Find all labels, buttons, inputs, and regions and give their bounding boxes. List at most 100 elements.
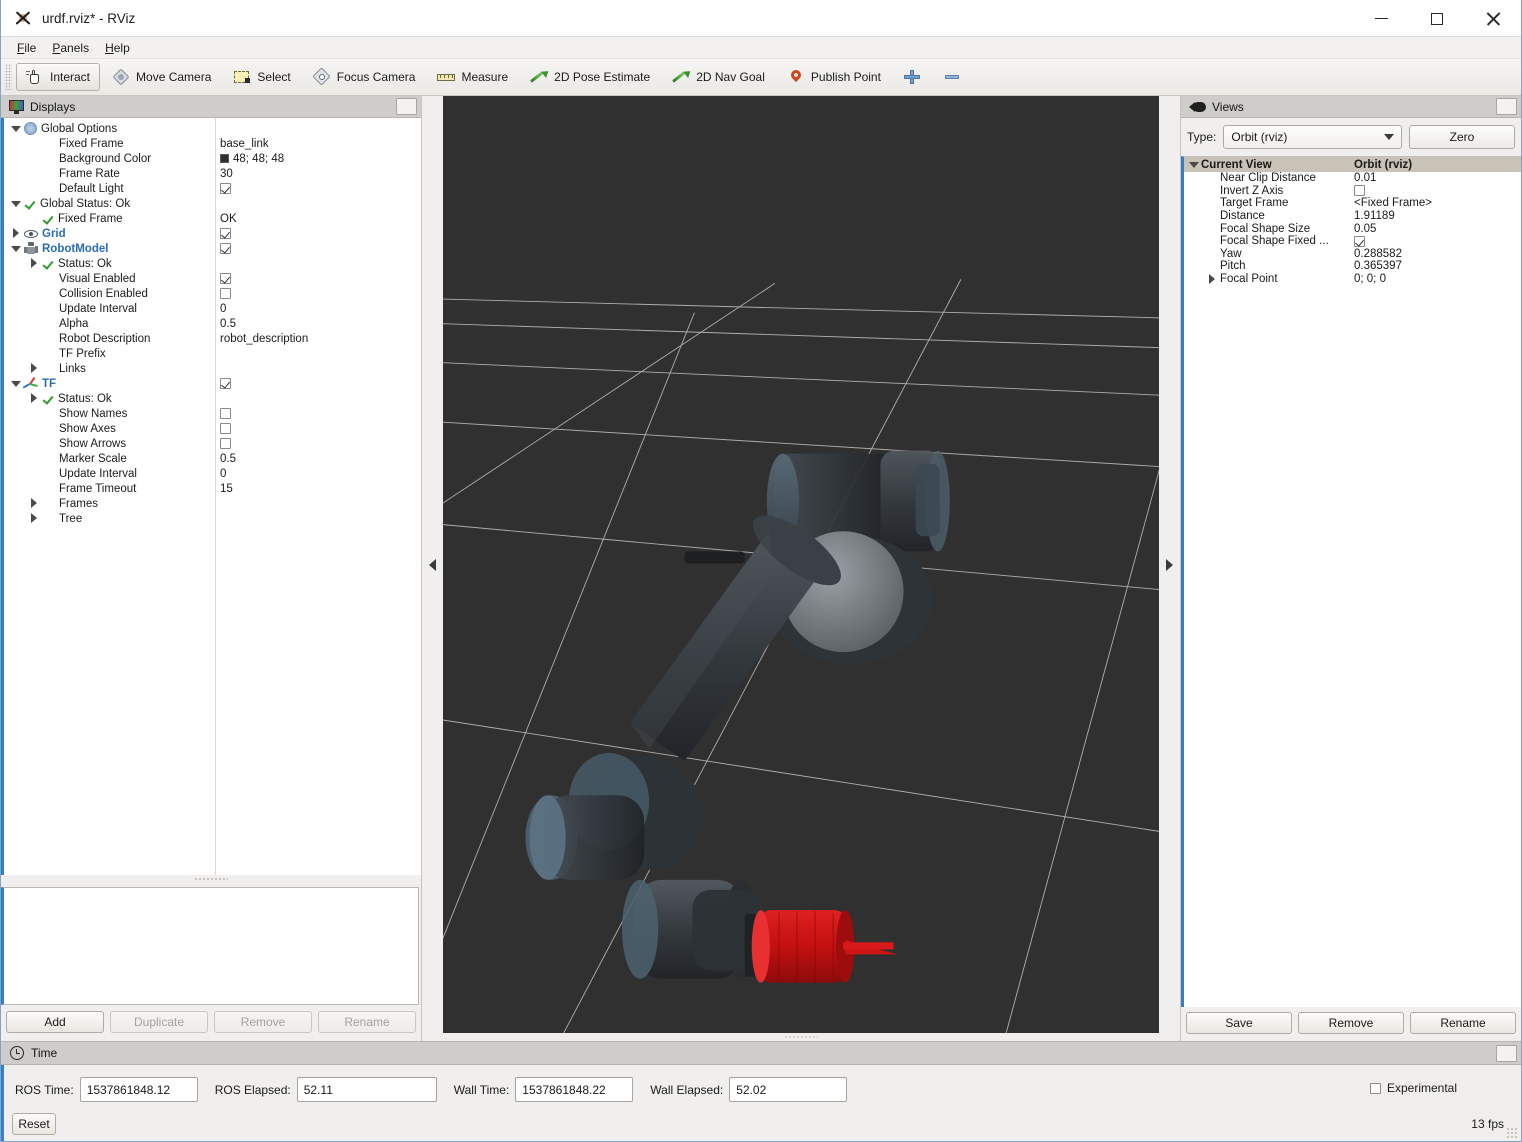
checkbox-checked[interactable] [220, 273, 231, 284]
display-row[interactable]: Status: Ok [4, 391, 421, 406]
zero-button[interactable]: Zero [1409, 125, 1515, 149]
twisty-closed[interactable] [28, 393, 39, 404]
view-row[interactable]: Near Clip Distance0.01 [1184, 172, 1521, 185]
twisty-open[interactable] [10, 198, 21, 209]
time-field-input[interactable]: 52.02 [729, 1077, 847, 1102]
twisty-closed[interactable] [10, 228, 21, 239]
view-row[interactable]: Yaw0.288582 [1184, 248, 1521, 261]
display-row[interactable]: Background Color48; 48; 48 [4, 151, 421, 166]
views-header-twisty[interactable] [1188, 159, 1199, 170]
checkbox-checked[interactable] [220, 228, 231, 239]
toolbar-grip[interactable] [5, 64, 12, 90]
time-field-input[interactable]: 1537861848.22 [515, 1077, 633, 1102]
toolbar-focus-camera[interactable]: Focus Camera [303, 63, 426, 91]
display-row[interactable]: Marker Scale0.5 [4, 451, 421, 466]
display-row-value[interactable]: 0.5 [220, 318, 236, 330]
menu-item-help[interactable]: Help [97, 39, 138, 57]
display-row-value[interactable]: 0 [220, 303, 226, 315]
display-row-value[interactable]: 0.5 [220, 453, 236, 465]
twisty-closed[interactable] [28, 363, 39, 374]
displays-tree[interactable]: Global OptionsFixed Framebase_linkBackgr… [1, 118, 421, 875]
display-row[interactable]: Global Options [4, 121, 421, 136]
display-row[interactable]: Collision Enabled [4, 286, 421, 301]
display-row[interactable]: Robot Descriptionrobot_description [4, 331, 421, 346]
menu-item-panels[interactable]: Panels [44, 39, 97, 57]
view-row[interactable]: Distance1.91189 [1184, 210, 1521, 223]
toolbar-plus-button[interactable] [893, 63, 931, 91]
display-row[interactable]: Update Interval0 [4, 466, 421, 481]
checkbox-unchecked[interactable] [220, 408, 231, 419]
view-row[interactable]: Target Frame<Fixed Frame> [1184, 197, 1521, 210]
display-row-value[interactable]: 15 [220, 483, 233, 495]
display-row-value[interactable]: 0 [220, 468, 226, 480]
checkbox-checked[interactable] [220, 183, 231, 194]
reset-button[interactable]: Reset [12, 1113, 56, 1135]
views-tree[interactable]: Current View Orbit (rviz) Near Clip Dist… [1181, 156, 1521, 1007]
collapse-left-handle[interactable] [422, 96, 443, 1033]
toolbar-select[interactable]: Select [223, 63, 300, 91]
viewport-splitter[interactable] [422, 1033, 1180, 1041]
display-row[interactable]: Frame Timeout15 [4, 481, 421, 496]
display-row[interactable]: Tree [4, 511, 421, 526]
view-row-value[interactable]: 0; 0; 0 [1354, 273, 1386, 285]
toolbar-move-camera[interactable]: Move Camera [102, 63, 221, 91]
display-row[interactable]: RobotModel [4, 241, 421, 256]
time-float-button[interactable] [1496, 1045, 1517, 1062]
add-display-button[interactable]: Add [6, 1011, 104, 1033]
view-row-value[interactable]: <Fixed Frame> [1354, 197, 1432, 209]
twisty-closed[interactable] [28, 498, 39, 509]
experimental-checkbox[interactable] [1370, 1083, 1381, 1094]
time-field-input[interactable]: 52.11 [297, 1077, 437, 1102]
toolbar-measure[interactable]: Measure [427, 63, 518, 91]
view-row[interactable]: Invert Z Axis [1184, 185, 1521, 198]
toolbar-2d-pose-estimate[interactable]: 2D Pose Estimate [520, 63, 660, 91]
twisty-closed[interactable] [1206, 274, 1217, 285]
minimize-button[interactable] [1353, 0, 1409, 37]
view-row-value[interactable]: 0.288582 [1354, 248, 1402, 260]
display-row[interactable]: Fixed FrameOK [4, 211, 421, 226]
toolbar-minus-button[interactable] [933, 63, 971, 91]
display-row[interactable]: Frames [4, 496, 421, 511]
views-float-button[interactable] [1496, 98, 1517, 115]
view-row[interactable]: Focal Point0; 0; 0 [1184, 273, 1521, 286]
view-row-value[interactable]: 0.01 [1354, 172, 1376, 184]
checkbox-checked[interactable] [220, 378, 231, 389]
experimental-toggle[interactable]: Experimental [1370, 1081, 1457, 1095]
collapse-right-handle[interactable] [1159, 96, 1180, 1033]
displays-splitter[interactable] [1, 875, 421, 883]
display-row-value[interactable]: OK [220, 213, 237, 225]
display-row[interactable]: Update Interval0 [4, 301, 421, 316]
checkbox-unchecked[interactable] [220, 288, 231, 299]
display-row[interactable]: Default Light [4, 181, 421, 196]
twisty-open[interactable] [10, 243, 21, 254]
twisty-closed[interactable] [28, 513, 39, 524]
display-row[interactable]: Fixed Framebase_link [4, 136, 421, 151]
resize-grip[interactable] [1506, 1127, 1518, 1139]
checkbox-unchecked[interactable] [220, 438, 231, 449]
checkbox-checked[interactable] [220, 243, 231, 254]
view-row-value[interactable]: 0.365397 [1354, 260, 1402, 272]
display-row-value[interactable]: robot_description [220, 333, 308, 345]
display-row[interactable]: Frame Rate30 [4, 166, 421, 181]
display-row[interactable]: Show Arrows [4, 436, 421, 451]
display-row[interactable]: Show Axes [4, 421, 421, 436]
time-field-input[interactable]: 1537861848.12 [80, 1077, 198, 1102]
display-row[interactable]: Show Names [4, 406, 421, 421]
display-row-value[interactable]: 30 [220, 168, 233, 180]
3d-viewport[interactable] [443, 96, 1159, 1033]
toolbar-2d-nav-goal[interactable]: 2D Nav Goal [662, 63, 775, 91]
view-row-value[interactable]: 1.91189 [1354, 210, 1395, 222]
display-row[interactable]: Grid [4, 226, 421, 241]
rename-view-button[interactable]: Rename [1410, 1012, 1516, 1034]
checkbox-checked[interactable] [1354, 236, 1365, 247]
display-row[interactable]: Links [4, 361, 421, 376]
display-row[interactable]: TF [4, 376, 421, 391]
display-row[interactable]: Global Status: Ok [4, 196, 421, 211]
twisty-closed[interactable] [28, 258, 39, 269]
view-type-select[interactable]: Orbit (rviz) [1223, 125, 1402, 149]
view-row[interactable]: Focal Shape Size0.05 [1184, 222, 1521, 235]
view-row-value[interactable]: 0.05 [1354, 223, 1376, 235]
remove-view-button[interactable]: Remove [1298, 1012, 1404, 1034]
menu-item-file[interactable]: File [9, 39, 44, 57]
display-row-value[interactable]: base_link [220, 138, 269, 150]
